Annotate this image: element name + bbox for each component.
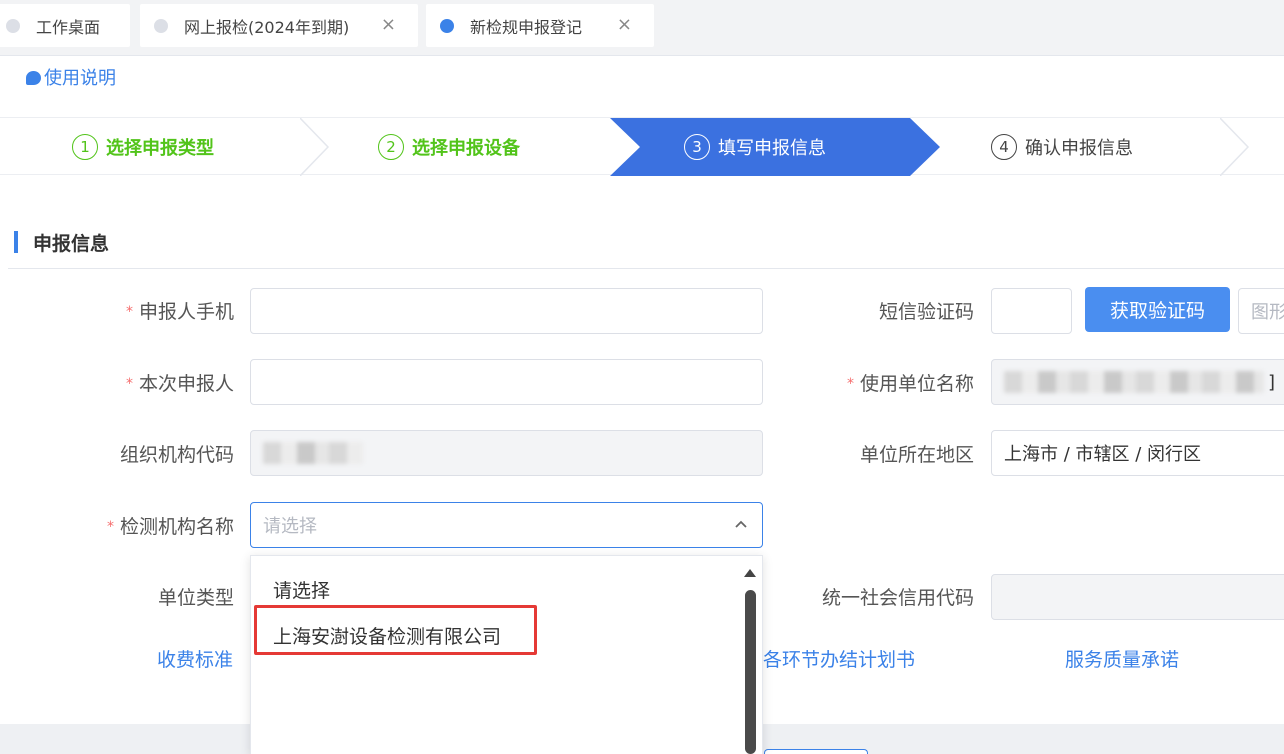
dropdown-option-placeholder[interactable]: 请选择 xyxy=(273,576,330,603)
applicant-label: * 本次申报人 xyxy=(125,373,234,395)
step-label: 填写申报信息 xyxy=(718,138,826,159)
step-separator-icon xyxy=(1220,118,1250,176)
unit-region-label: 单位所在地区 xyxy=(859,444,974,466)
section-title: 申报信息 xyxy=(33,233,110,255)
step-confirm-info: 4 确认申报信息 xyxy=(991,118,1133,176)
required-mark: * xyxy=(125,304,133,320)
sms-code-label: 短信验证码 xyxy=(878,301,974,323)
credit-code-label: 统一社会信用代码 xyxy=(821,587,974,609)
scrollbar-thumb[interactable] xyxy=(745,590,756,754)
org-code-field xyxy=(250,430,763,476)
unit-name-suffix: ] xyxy=(1268,371,1276,393)
close-icon[interactable]: × xyxy=(617,14,632,35)
org-code-label: 组织机构代码 xyxy=(119,444,234,466)
step-separator-icon xyxy=(300,118,330,176)
fee-standard-link[interactable]: 收费标准 xyxy=(157,645,233,672)
tab-label: 新检规申报登记 xyxy=(470,17,583,37)
service-commitment-link[interactable]: 服务质量承诺 xyxy=(1065,645,1179,672)
step-number: 3 xyxy=(684,134,710,160)
sms-code-input[interactable] xyxy=(991,288,1072,334)
step-label: 确认申报信息 xyxy=(1025,138,1133,159)
captcha-input[interactable]: 图形 xyxy=(1238,288,1284,334)
close-icon[interactable]: × xyxy=(381,14,396,35)
select-placeholder: 请选择 xyxy=(263,516,317,537)
unit-region-cascader[interactable]: 上海市 / 市辖区 / 闵行区 xyxy=(991,430,1284,476)
tab-label: 工作桌面 xyxy=(36,17,101,37)
step-number: 4 xyxy=(991,134,1017,160)
required-mark: * xyxy=(125,376,133,392)
footer-button[interactable] xyxy=(764,749,868,754)
captcha-placeholder: 图形 xyxy=(1251,302,1284,323)
applicant-input[interactable] xyxy=(250,359,763,405)
section-accent-bar xyxy=(14,231,18,253)
usage-help-label: 使用说明 xyxy=(44,68,116,89)
tab-bar: 工作桌面 网上报检(2024年到期) × 新检规申报登记 × xyxy=(0,0,1284,56)
tab-workbench[interactable]: 工作桌面 xyxy=(0,4,130,47)
tab-status-dot-icon xyxy=(440,18,454,33)
redacted-value xyxy=(1004,371,1264,393)
get-code-button[interactable]: 获取验证码 xyxy=(1085,287,1230,332)
step-select-type: 1 选择申报类型 xyxy=(72,118,214,176)
step-select-device: 2 选择申报设备 xyxy=(378,118,520,176)
chevron-up-icon xyxy=(735,520,747,528)
credit-code-field xyxy=(991,574,1284,620)
plan-link[interactable]: 各环节办结计划书 xyxy=(763,645,915,672)
step-fill-info: 3 填写申报信息 xyxy=(684,118,826,176)
highlight-box xyxy=(254,605,537,655)
tab-label: 网上报检(2024年到期) xyxy=(184,17,350,37)
unit-type-label: 单位类型 xyxy=(157,587,234,609)
applicant-phone-label: * 申报人手机 xyxy=(125,301,234,323)
unit-name-label: * 使用单位名称 xyxy=(846,373,974,395)
step-label: 选择申报类型 xyxy=(106,138,214,159)
tab-new-registration[interactable]: 新检规申报登记 × xyxy=(426,4,654,47)
step-number: 2 xyxy=(378,134,404,160)
tab-online-inspection[interactable]: 网上报检(2024年到期) × xyxy=(140,4,418,47)
unit-name-field: ] xyxy=(991,359,1284,405)
unit-region-value: 上海市 / 市辖区 / 闵行区 xyxy=(1004,444,1202,465)
usage-help-link[interactable]: 使用说明 xyxy=(26,64,116,90)
inspection-org-label: * 检测机构名称 xyxy=(106,516,234,538)
scroll-up-icon[interactable] xyxy=(744,569,756,577)
wizard-steps: 1 选择申报类型 2 选择申报设备 3 填写申报信息 4 确认申报信息 xyxy=(0,117,1284,176)
step-label: 选择申报设备 xyxy=(412,138,520,159)
divider xyxy=(8,268,1284,269)
chat-bubble-icon xyxy=(26,71,41,85)
required-mark: * xyxy=(846,376,854,392)
step-number: 1 xyxy=(72,134,98,160)
applicant-phone-input[interactable] xyxy=(250,288,763,334)
tab-status-dot-icon xyxy=(6,18,20,33)
required-mark: * xyxy=(106,519,114,535)
tab-status-dot-icon xyxy=(154,18,168,33)
redacted-value xyxy=(263,442,363,464)
inspection-org-select[interactable]: 请选择 xyxy=(250,502,763,548)
